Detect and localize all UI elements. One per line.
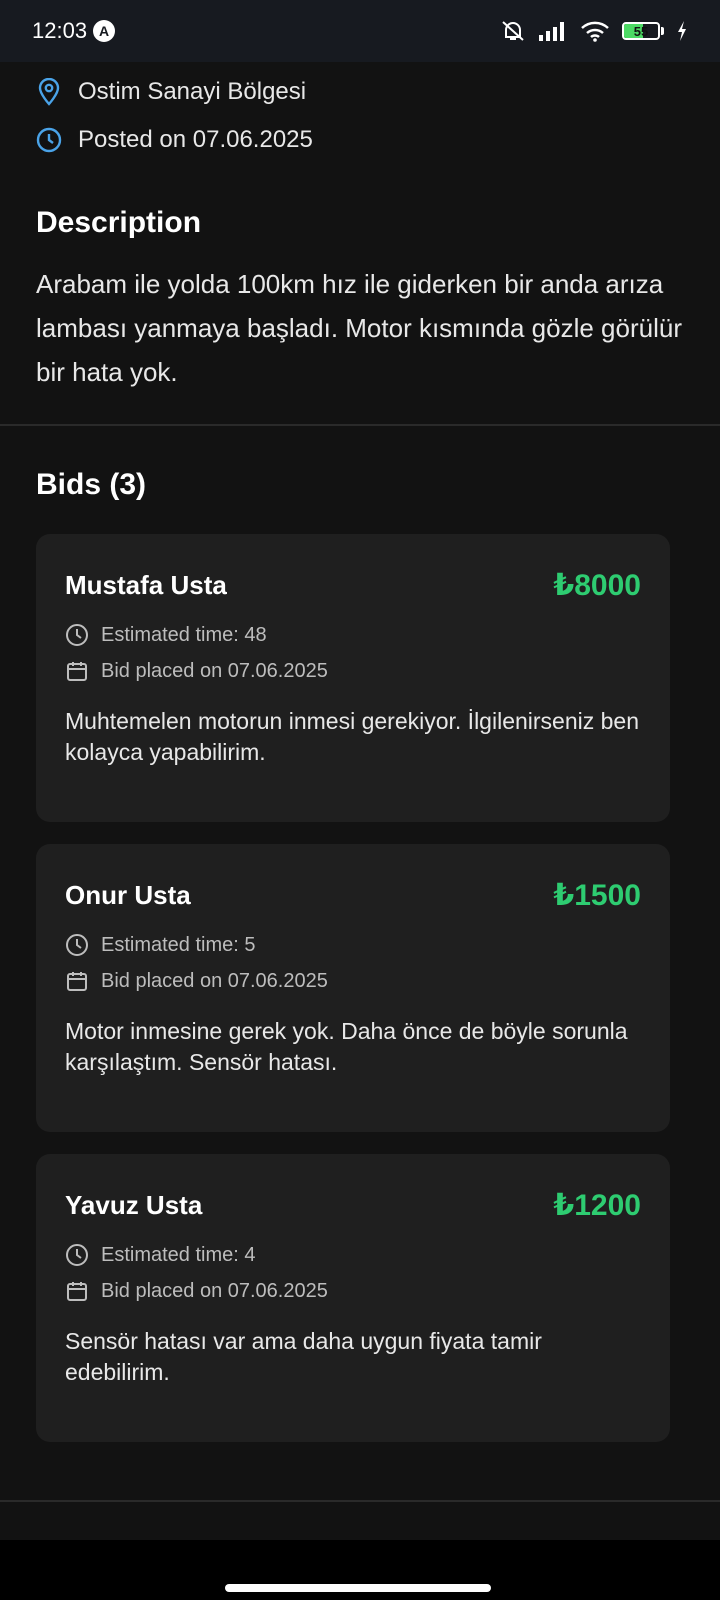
clock-icon: [66, 1244, 88, 1266]
status-right: 55: [500, 19, 688, 43]
clock-icon: [66, 624, 88, 646]
charging-icon: [678, 21, 686, 41]
bidder-name: Yavuz Usta: [65, 1190, 203, 1220]
calendar-icon: [67, 1282, 87, 1301]
battery-icon: 55: [622, 22, 664, 40]
clock-icon: [66, 934, 88, 956]
bid-message: Motor inmesine gerek yok. Daha önce de b…: [65, 1018, 628, 1075]
section-divider: [0, 424, 720, 426]
bid-placed-text: Bid placed on 07.06.2025: [101, 969, 328, 992]
battery-level: 55: [633, 23, 649, 39]
bid-placed-date: Bid placed on 07.06.2025: [65, 659, 328, 683]
bid-card[interactable]: Onur Usta ₺1500 Estimated time: 5 Bid pl…: [36, 844, 670, 1132]
bids-title: Bids (3): [36, 468, 147, 501]
bidder-name: Mustafa Usta: [65, 570, 227, 600]
home-indicator[interactable]: [225, 1584, 491, 1592]
battery-body: 55: [622, 22, 660, 40]
status-left: 12:03 A: [32, 18, 116, 44]
bid-card[interactable]: Mustafa Usta ₺8000 Estimated time: 48 Bi…: [36, 534, 670, 822]
bid-message: Muhtemelen motorun inmesi gerekiyor. İlg…: [65, 708, 640, 765]
clock-icon: [36, 127, 62, 153]
navigation-badge-icon: A: [93, 20, 116, 42]
estimated-time-text: Estimated time: 48: [101, 623, 267, 646]
bid-amount: ₺8000: [553, 569, 641, 602]
bid-card[interactable]: Yavuz Usta ₺1200 Estimated time: 4 Bid p…: [36, 1154, 670, 1442]
estimated-time-text: Estimated time: 4: [101, 1243, 256, 1266]
job-posted-date: Posted on 07.06.2025: [36, 126, 313, 154]
battery-tip: [661, 27, 664, 35]
estimated-time: Estimated time: 4: [65, 1243, 256, 1267]
bid-placed-date: Bid placed on 07.06.2025: [65, 1279, 328, 1303]
posted-text: Posted on 07.06.2025: [78, 126, 313, 153]
location-text: Ostim Sanayi Bölgesi: [78, 78, 307, 105]
bid-amount: ₺1200: [553, 1189, 641, 1222]
bid-placed-date: Bid placed on 07.06.2025: [65, 969, 328, 993]
signal-icon: [539, 22, 564, 41]
bidder-name: Onur Usta: [65, 880, 191, 910]
wifi-icon: [581, 21, 609, 42]
estimated-time-text: Estimated time: 5: [101, 933, 256, 956]
description-text: Arabam ile yolda 100km hız ile giderken …: [36, 269, 682, 387]
estimated-time: Estimated time: 5: [65, 933, 256, 957]
calendar-icon: [67, 972, 87, 991]
status-time: 12:03: [32, 18, 88, 43]
bid-amount: ₺1500: [553, 879, 641, 912]
location-pin-icon: [38, 78, 60, 106]
bottom-divider: [0, 1500, 720, 1502]
bid-placed-text: Bid placed on 07.06.2025: [101, 1279, 328, 1302]
description-title: Description: [36, 206, 202, 239]
bid-placed-text: Bid placed on 07.06.2025: [101, 659, 328, 682]
estimated-time: Estimated time: 48: [65, 623, 267, 647]
job-location: Ostim Sanayi Bölgesi: [36, 78, 306, 106]
bid-message: Sensör hatası var ama daha uygun fiyata …: [65, 1328, 542, 1385]
mute-icon: [502, 21, 524, 41]
calendar-icon: [67, 662, 87, 681]
status-bar: 12:03 A 55: [0, 0, 720, 62]
